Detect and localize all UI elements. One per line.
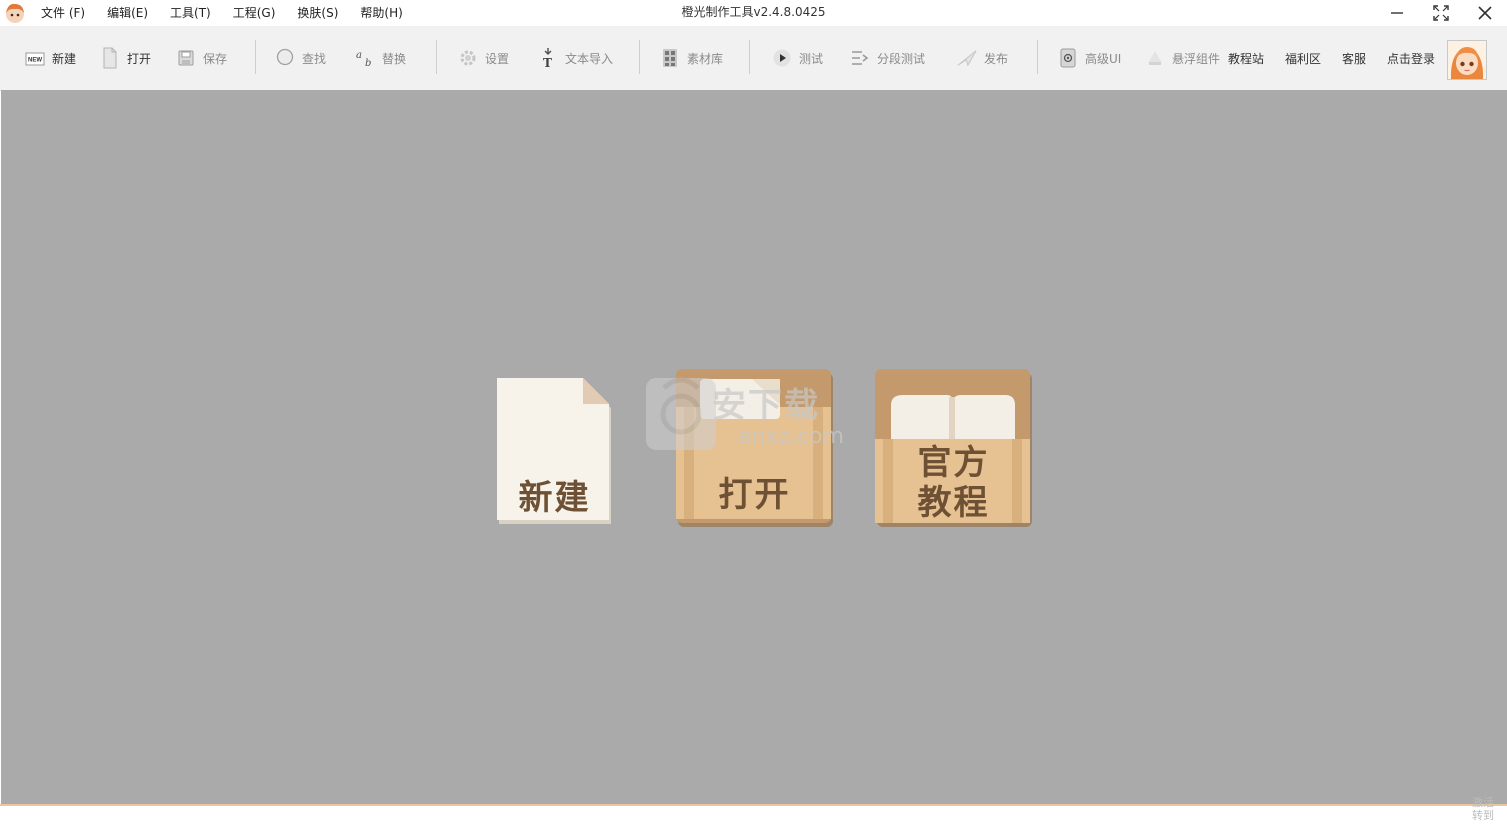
advanced-ui-icon: [1058, 47, 1078, 69]
segment-test-label: 分段测试: [877, 51, 926, 66]
toolbar-divider: [749, 40, 750, 74]
title-bar: 文件 (F) 编辑(E) 工具(T) 工程(G) 换肤(S) 帮助(H) 橙光制…: [0, 0, 1507, 26]
start-new-project-button[interactable]: 新建: [497, 378, 612, 524]
settings-label: 设置: [485, 51, 510, 66]
open-label: 打开: [127, 51, 152, 66]
close-button[interactable]: [1463, 0, 1507, 26]
play-icon: [772, 47, 792, 69]
save-icon: [176, 47, 196, 69]
text-import-button[interactable]: T 文本导入: [538, 26, 613, 90]
publish-button[interactable]: 发布: [957, 26, 1008, 90]
float-widget-label: 悬浮组件: [1172, 51, 1221, 66]
activation-line1: 激活: [1472, 796, 1494, 809]
activation-notice: 激活 转到: [1472, 796, 1494, 822]
close-icon: [1478, 6, 1492, 20]
menu-help[interactable]: 帮助(H): [349, 0, 413, 26]
save-button[interactable]: 保存: [176, 26, 227, 90]
svg-text:b: b: [365, 58, 371, 68]
segment-test-icon: [850, 47, 870, 69]
open-button[interactable]: 打开: [100, 26, 151, 90]
advanced-ui-label: 高级UI: [1085, 51, 1122, 66]
gear-icon: [458, 47, 478, 69]
save-label: 保存: [203, 51, 228, 66]
maximize-button[interactable]: [1419, 0, 1463, 26]
start-open-project-button[interactable]: 打开: [676, 369, 833, 527]
menu-bar: 文件 (F) 编辑(E) 工具(T) 工程(G) 换肤(S) 帮助(H): [30, 0, 414, 26]
new-label: 新建: [52, 51, 77, 66]
text-import-icon: T: [538, 47, 558, 69]
toolbar-divider: [639, 40, 640, 74]
status-bar: [0, 806, 1507, 826]
new-icon-text: NEW: [28, 58, 42, 64]
assets-label: 素材库: [687, 51, 724, 66]
settings-button[interactable]: 设置: [458, 26, 509, 90]
login-link[interactable]: 点击登录: [1387, 26, 1435, 90]
text-import-label: 文本导入: [565, 51, 614, 66]
toolbar: NEW 新建 打开 保存 查找 ab 替换 设置 T 文本导入 素材库 测试 分…: [0, 26, 1507, 91]
search-icon: [275, 47, 295, 69]
tutorial-site-link[interactable]: 教程站: [1228, 26, 1264, 90]
toolbar-divider: [436, 40, 437, 74]
maximize-icon: [1433, 5, 1449, 21]
find-button[interactable]: 查找: [275, 26, 326, 90]
welfare-link[interactable]: 福利区: [1285, 26, 1321, 90]
activation-line2: 转到: [1472, 809, 1494, 822]
start-tutorial-label: 官方 教程: [875, 443, 1032, 523]
float-widget-button[interactable]: 悬浮组件: [1145, 26, 1220, 90]
svg-text:T: T: [543, 56, 552, 69]
toolbar-divider: [255, 40, 256, 74]
paper-plane-icon: [957, 47, 977, 69]
new-file-icon: NEW: [25, 47, 45, 69]
menu-project[interactable]: 工程(G): [222, 0, 287, 26]
menu-file[interactable]: 文件 (F): [30, 0, 96, 26]
test-button[interactable]: 测试: [772, 26, 823, 90]
avatar[interactable]: [1447, 40, 1487, 80]
menu-edit[interactable]: 编辑(E): [96, 0, 159, 26]
support-link[interactable]: 客服: [1342, 26, 1366, 90]
start-open-label: 打开: [718, 475, 791, 515]
advanced-ui-button[interactable]: 高级UI: [1058, 26, 1121, 90]
menu-skin[interactable]: 换肤(S): [286, 0, 349, 26]
start-new-label: 新建: [518, 478, 591, 518]
login-label: 点击登录: [1387, 51, 1436, 66]
assets-button[interactable]: 素材库: [660, 26, 723, 90]
minimize-icon: [1391, 12, 1403, 14]
minimize-button[interactable]: [1375, 0, 1419, 26]
start-official-tutorial-button[interactable]: 官方 教程: [875, 369, 1032, 527]
publish-label: 发布: [984, 51, 1009, 66]
folder-open-icon: [100, 47, 120, 69]
replace-label: 替换: [382, 51, 407, 66]
toolbar-divider: [1037, 40, 1038, 74]
test-label: 测试: [799, 51, 824, 66]
avatar-character-icon: [1448, 41, 1486, 79]
start-tutorial-line2: 教程: [917, 483, 990, 523]
replace-icon: ab: [355, 47, 375, 69]
welfare-label: 福利区: [1285, 51, 1322, 66]
svg-text:a: a: [356, 50, 362, 61]
app-logo-icon: [6, 3, 24, 23]
find-label: 查找: [302, 51, 327, 66]
asset-library-icon: [660, 47, 680, 69]
start-tutorial-line1: 官方: [917, 443, 990, 483]
menu-tools[interactable]: 工具(T): [159, 0, 222, 26]
tutorial-site-label: 教程站: [1228, 51, 1265, 66]
float-widget-icon: [1145, 47, 1165, 69]
replace-button[interactable]: ab 替换: [355, 26, 406, 90]
new-button[interactable]: NEW 新建: [25, 26, 76, 90]
segment-test-button[interactable]: 分段测试: [850, 26, 925, 90]
support-label: 客服: [1342, 51, 1367, 66]
